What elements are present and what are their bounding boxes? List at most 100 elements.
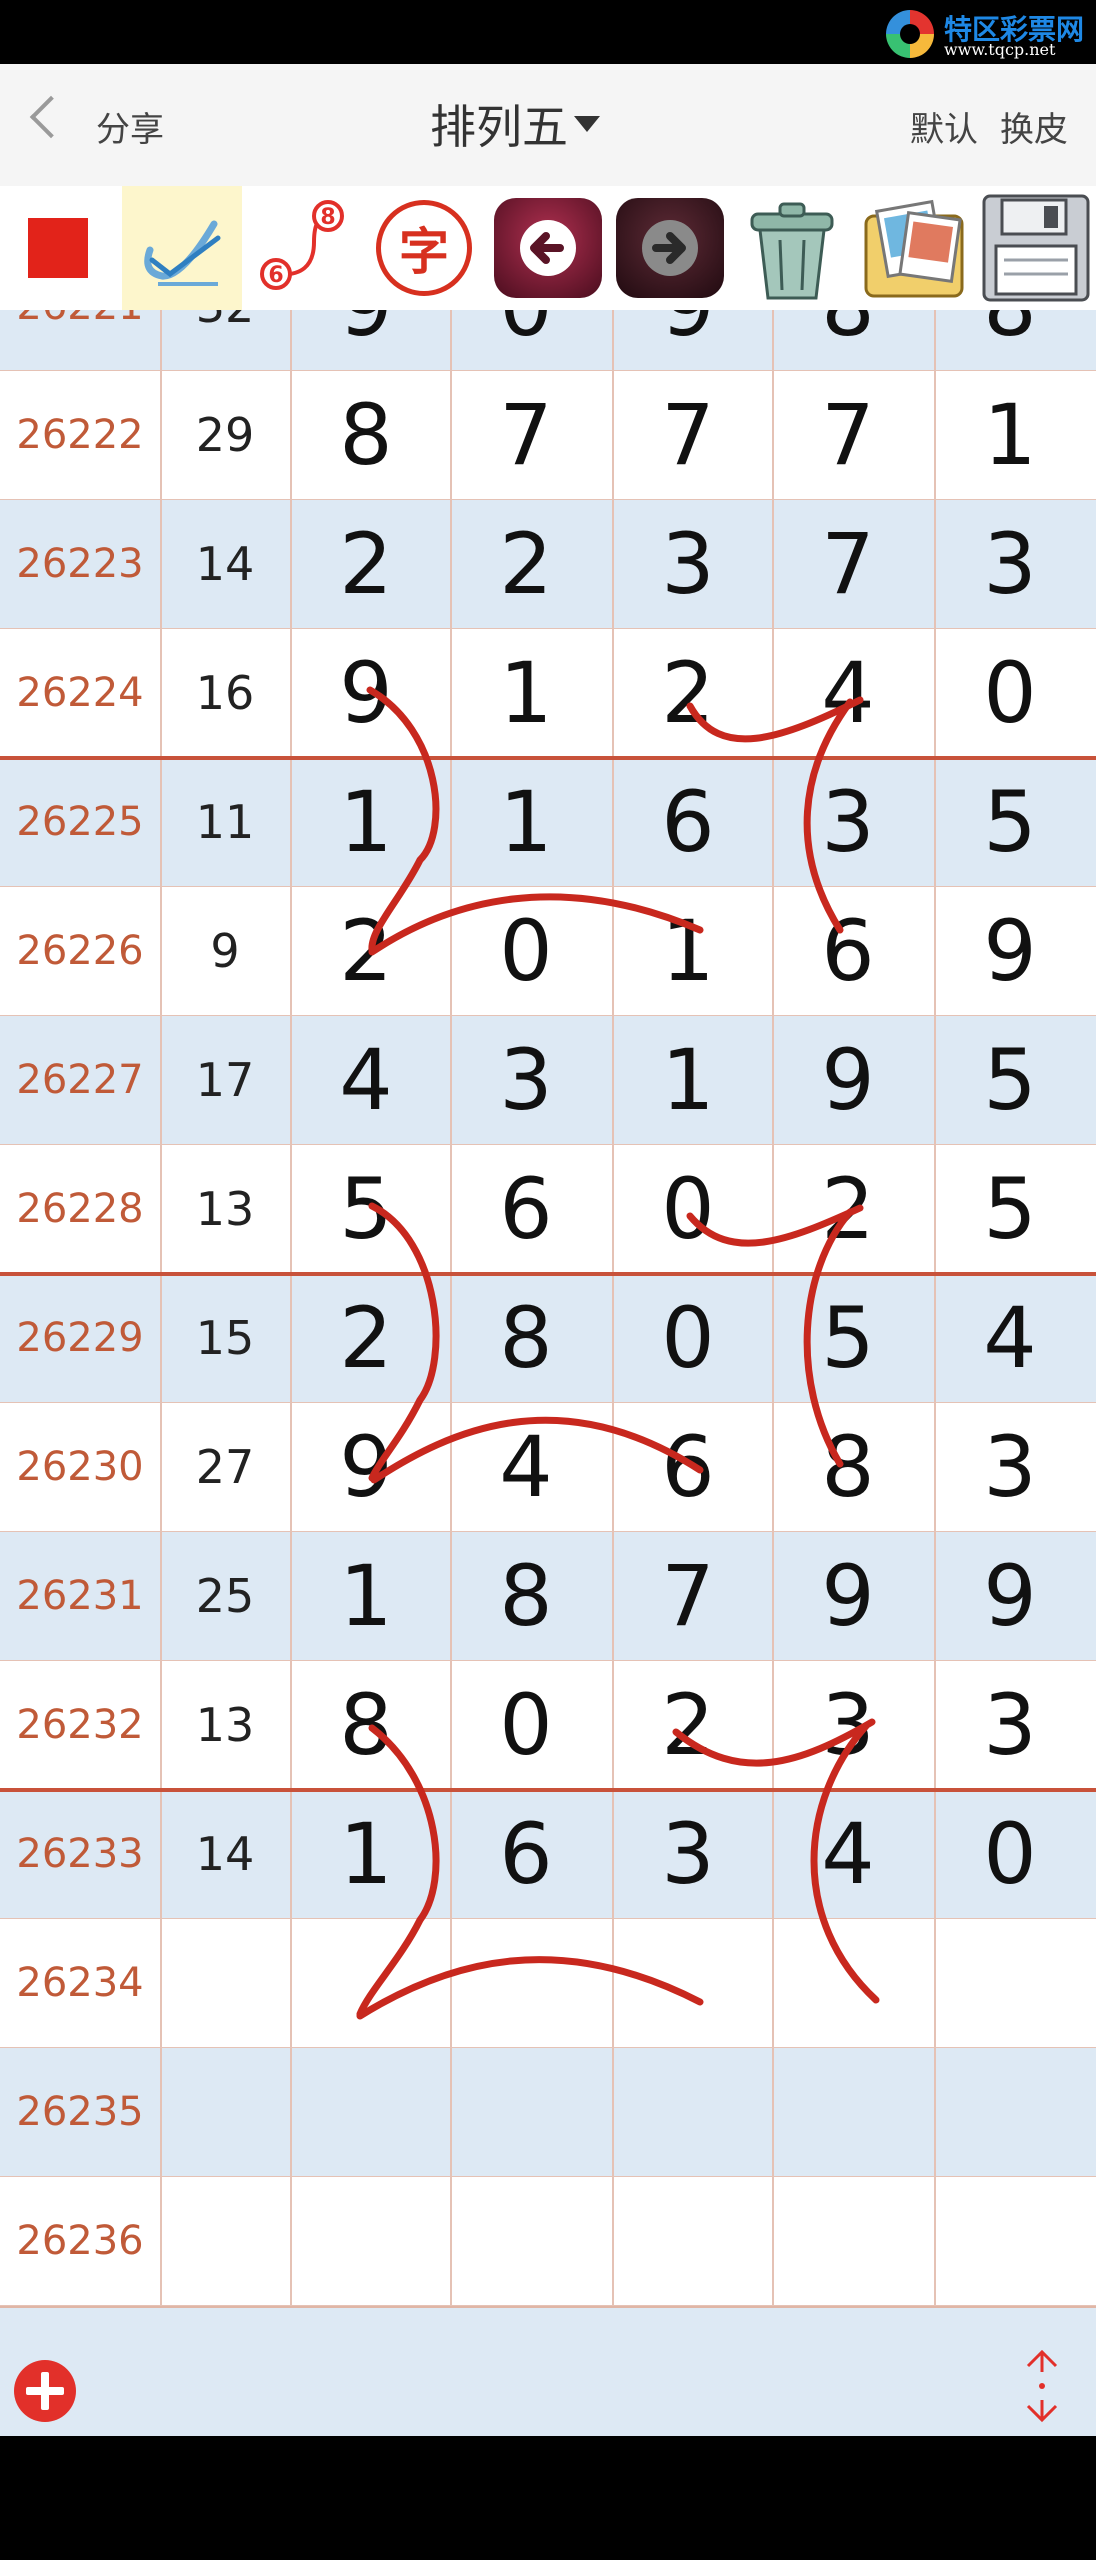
digit-cell[interactable]: 6 bbox=[768, 887, 928, 1015]
digit-cell[interactable]: 8 bbox=[768, 1403, 928, 1531]
digit-cell[interactable]: 6 bbox=[608, 758, 768, 886]
digit-cell[interactable] bbox=[286, 1919, 446, 2047]
digit-cell[interactable]: 9 bbox=[930, 887, 1090, 1015]
digit-cell[interactable]: 7 bbox=[768, 500, 928, 628]
digit-cell[interactable]: 7 bbox=[768, 371, 928, 499]
digit-cell[interactable]: 1 bbox=[286, 1532, 446, 1660]
photos-tool[interactable] bbox=[854, 186, 974, 310]
digit-cell[interactable]: 9 bbox=[286, 629, 446, 757]
digit-cell[interactable]: 3 bbox=[930, 1661, 1090, 1789]
redo-tool[interactable] bbox=[610, 186, 730, 310]
digit-cell[interactable] bbox=[608, 2048, 768, 2176]
title-dropdown[interactable]: 排列五 bbox=[430, 94, 600, 154]
digit-cell[interactable] bbox=[446, 1919, 606, 2047]
digit-cell[interactable]: 0 bbox=[446, 310, 606, 370]
default-button[interactable]: 默认 bbox=[910, 102, 978, 151]
digit-cell[interactable]: 9 bbox=[608, 310, 768, 370]
save-tool[interactable] bbox=[976, 186, 1096, 310]
digit-cell[interactable]: 4 bbox=[768, 629, 928, 757]
digit-cell[interactable]: 0 bbox=[446, 1661, 606, 1789]
digit-cell[interactable]: 2 bbox=[608, 1661, 768, 1789]
digit-cell[interactable]: 2 bbox=[286, 500, 446, 628]
digit-cell[interactable]: 0 bbox=[446, 887, 606, 1015]
digit-cell[interactable]: 3 bbox=[768, 758, 928, 886]
digit-cell[interactable] bbox=[608, 2177, 768, 2305]
scroll-toggle-icon[interactable] bbox=[1022, 2348, 1062, 2424]
digit-cell[interactable]: 1 bbox=[286, 1790, 446, 1918]
digit-cell[interactable]: 7 bbox=[608, 1532, 768, 1660]
digit-cell[interactable] bbox=[446, 2177, 606, 2305]
digit-cell[interactable]: 1 bbox=[608, 1016, 768, 1144]
digit-cell[interactable]: 8 bbox=[768, 310, 928, 370]
digit-cell[interactable]: 7 bbox=[446, 371, 606, 499]
digit-cell[interactable] bbox=[930, 2177, 1090, 2305]
digit-cell[interactable]: 0 bbox=[608, 1145, 768, 1273]
digit-cell[interactable] bbox=[446, 2048, 606, 2176]
lottery-tool[interactable]: 8 6 bbox=[244, 186, 364, 310]
digit-cell[interactable] bbox=[608, 1919, 768, 2047]
digit-cell[interactable]: 9 bbox=[286, 1403, 446, 1531]
skin-button[interactable]: 换皮 bbox=[1000, 102, 1068, 151]
digit-cell[interactable]: 1 bbox=[930, 371, 1090, 499]
digit-cell[interactable]: 1 bbox=[286, 758, 446, 886]
digit-cell[interactable]: 2 bbox=[286, 887, 446, 1015]
digit-cell[interactable]: 8 bbox=[446, 1532, 606, 1660]
share-button[interactable]: 分享 bbox=[96, 102, 164, 151]
digit-cell[interactable]: 4 bbox=[286, 1016, 446, 1144]
digit-cell[interactable]: 2 bbox=[608, 629, 768, 757]
digit-cell[interactable] bbox=[768, 1919, 928, 2047]
digit-cell[interactable]: 5 bbox=[768, 1274, 928, 1402]
system-nav-bar bbox=[0, 2436, 1096, 2560]
digit-cell[interactable]: 6 bbox=[446, 1145, 606, 1273]
digit-cell[interactable] bbox=[286, 2048, 446, 2176]
digit-cell[interactable]: 8 bbox=[286, 371, 446, 499]
period-number: 26230 bbox=[16, 1444, 144, 1490]
digit-cell[interactable]: 9 bbox=[768, 1532, 928, 1660]
digit-cell[interactable]: 3 bbox=[608, 500, 768, 628]
digit-cell[interactable]: 1 bbox=[446, 758, 606, 886]
digit-cell[interactable]: 6 bbox=[608, 1403, 768, 1531]
digit-cell[interactable] bbox=[930, 2048, 1090, 2176]
digit-cell[interactable]: 7 bbox=[608, 371, 768, 499]
digit-cell[interactable]: 1 bbox=[608, 887, 768, 1015]
digit-cell[interactable]: 3 bbox=[768, 1661, 928, 1789]
digit-cell[interactable]: 3 bbox=[608, 1790, 768, 1918]
digit-cell[interactable] bbox=[768, 2048, 928, 2176]
digit-cell[interactable]: 3 bbox=[446, 1016, 606, 1144]
digit-cell[interactable]: 5 bbox=[930, 1016, 1090, 1144]
digit-cell[interactable] bbox=[768, 2177, 928, 2305]
digit-cell[interactable]: 4 bbox=[930, 1274, 1090, 1402]
digit-cell[interactable]: 5 bbox=[930, 758, 1090, 886]
digit-cell[interactable]: 4 bbox=[768, 1790, 928, 1918]
digit-cell[interactable]: 8 bbox=[286, 1661, 446, 1789]
digit-cell[interactable] bbox=[286, 2177, 446, 2305]
digit-cell[interactable]: 9 bbox=[768, 1016, 928, 1144]
undo-tool[interactable] bbox=[488, 186, 608, 310]
trash-tool[interactable] bbox=[732, 186, 852, 310]
digit-cell[interactable]: 0 bbox=[930, 629, 1090, 757]
digit-cell[interactable]: 5 bbox=[930, 1145, 1090, 1273]
results-grid[interactable]: 2622132909882622229877712622314223732622… bbox=[0, 310, 1096, 2310]
pen-tool[interactable] bbox=[122, 186, 242, 310]
digit-cell[interactable]: 0 bbox=[608, 1274, 768, 1402]
digit-cell[interactable]: 2 bbox=[286, 1274, 446, 1402]
lottery-ball-icon: 8 6 bbox=[260, 200, 344, 290]
digit-cell[interactable]: 9 bbox=[930, 1532, 1090, 1660]
digit-cell[interactable] bbox=[930, 1919, 1090, 2047]
digit-cell[interactable]: 3 bbox=[930, 500, 1090, 628]
digit-cell[interactable]: 5 bbox=[286, 1145, 446, 1273]
text-tool[interactable]: 字 bbox=[366, 186, 486, 310]
back-chevron-icon[interactable] bbox=[29, 95, 73, 139]
color-tool[interactable] bbox=[0, 186, 120, 310]
digit-cell[interactable]: 2 bbox=[768, 1145, 928, 1273]
add-circle-icon[interactable] bbox=[14, 2360, 76, 2422]
digit-cell[interactable]: 6 bbox=[446, 1790, 606, 1918]
digit-cell[interactable]: 3 bbox=[930, 1403, 1090, 1531]
digit-cell[interactable]: 1 bbox=[446, 629, 606, 757]
digit-cell[interactable]: 8 bbox=[930, 310, 1090, 370]
digit-cell[interactable]: 8 bbox=[446, 1274, 606, 1402]
digit-cell[interactable]: 4 bbox=[446, 1403, 606, 1531]
digit-cell[interactable]: 0 bbox=[930, 1790, 1090, 1918]
digit-cell[interactable]: 9 bbox=[286, 310, 446, 370]
digit-cell[interactable]: 2 bbox=[446, 500, 606, 628]
